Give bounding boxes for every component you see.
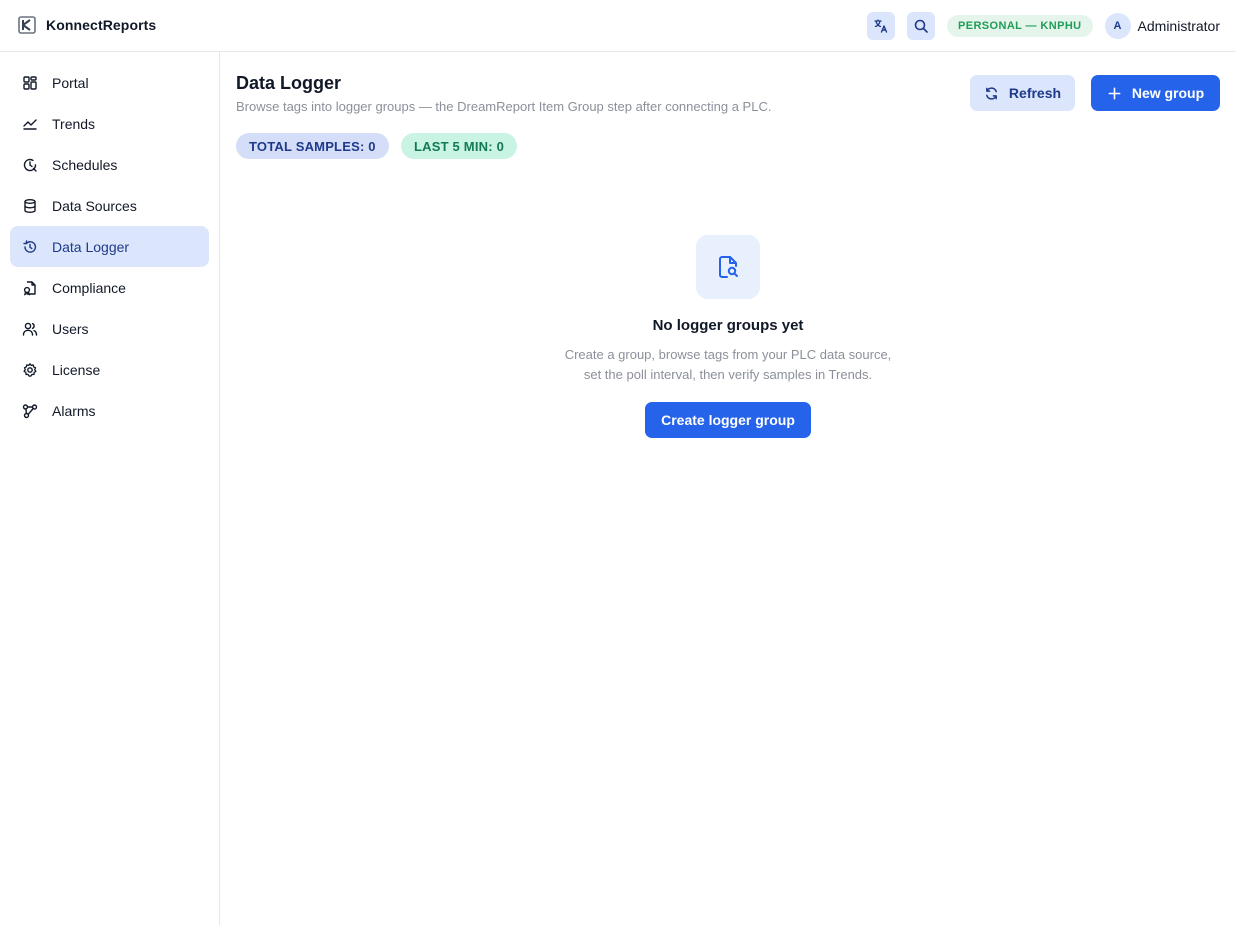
refresh-button[interactable]: Refresh xyxy=(970,75,1075,111)
sidebar-item-schedules[interactable]: Schedules xyxy=(10,144,209,185)
search-icon xyxy=(914,19,928,33)
top-bar: KonnectReports PERSONAL — KNPHU A Admini… xyxy=(0,0,1236,52)
avatar: A xyxy=(1104,13,1131,39)
share-nodes-icon xyxy=(22,403,38,418)
app-name: KonnectReports xyxy=(46,17,157,33)
search-button[interactable] xyxy=(906,12,935,40)
file-search-icon xyxy=(719,256,738,278)
sidebar-item-label: Alarms xyxy=(52,402,96,419)
clock-refresh-icon xyxy=(23,158,37,172)
trend-line-icon xyxy=(23,118,37,130)
refresh-label: Refresh xyxy=(1008,85,1062,101)
k-logo-icon xyxy=(18,16,36,34)
sidebar: Portal Trends Schedules Data Sources Dat… xyxy=(0,52,220,925)
database-icon xyxy=(24,198,36,213)
sidebar-item-compliance[interactable]: Compliance xyxy=(10,267,209,308)
gear-icon xyxy=(23,362,37,377)
page-title: Data Logger xyxy=(236,73,342,93)
sidebar-item-alarms[interactable]: Alarms xyxy=(10,390,209,431)
main-content: Data Logger Browse tags into logger grou… xyxy=(220,52,1236,925)
empty-state-line-2: set the poll interval, then verify sampl… xyxy=(583,367,873,382)
empty-state-description: Create a group, browse tags from your PL… xyxy=(528,345,928,385)
sidebar-item-trends[interactable]: Trends xyxy=(10,103,209,144)
users-icon xyxy=(22,322,38,336)
file-check-icon xyxy=(23,280,36,296)
user-name: Administrator xyxy=(1137,18,1220,34)
translate-button[interactable] xyxy=(866,12,895,40)
sidebar-item-label: Schedules xyxy=(52,156,118,173)
empty-state-title: No logger groups yet xyxy=(652,317,804,334)
sidebar-item-data-logger[interactable]: Data Logger xyxy=(10,226,209,267)
new-group-button[interactable]: New group xyxy=(1091,75,1220,111)
page-subtitle: Browse tags into logger groups — the Dre… xyxy=(236,99,772,114)
sidebar-item-label: Portal xyxy=(52,74,89,91)
sidebar-item-label: Compliance xyxy=(52,279,126,296)
history-icon xyxy=(23,239,37,253)
user-menu[interactable]: A Administrator xyxy=(1104,13,1220,39)
empty-state-line-1: Create a group, browse tags from your PL… xyxy=(564,347,892,362)
refresh-icon xyxy=(985,86,997,100)
brand[interactable]: KonnectReports xyxy=(18,16,156,34)
sidebar-item-license[interactable]: License xyxy=(10,349,209,390)
plan-badge: PERSONAL — KNPHU xyxy=(946,15,1093,37)
new-group-label: New group xyxy=(1131,85,1205,101)
sidebar-item-label: Trends xyxy=(52,115,96,132)
empty-state-icon-box xyxy=(696,235,760,299)
grid-icon xyxy=(23,75,37,90)
sidebar-item-label: Data Sources xyxy=(52,197,137,214)
sidebar-item-data-sources[interactable]: Data Sources xyxy=(10,185,209,226)
top-actions: PERSONAL — KNPHU A Administrator xyxy=(866,12,1220,40)
last-5-min-badge: LAST 5 MIN: 0 xyxy=(401,133,517,159)
sidebar-item-portal[interactable]: Portal xyxy=(10,62,209,103)
plus-icon xyxy=(1108,87,1121,99)
sidebar-item-label: License xyxy=(52,361,101,378)
create-logger-group-button[interactable]: Create logger group xyxy=(645,402,811,438)
translate-icon xyxy=(874,19,888,33)
sidebar-item-label: Users xyxy=(52,320,89,337)
sidebar-item-label: Data Logger xyxy=(52,238,130,255)
total-samples-badge: TOTAL SAMPLES: 0 xyxy=(236,133,389,159)
sidebar-item-users[interactable]: Users xyxy=(10,308,209,349)
